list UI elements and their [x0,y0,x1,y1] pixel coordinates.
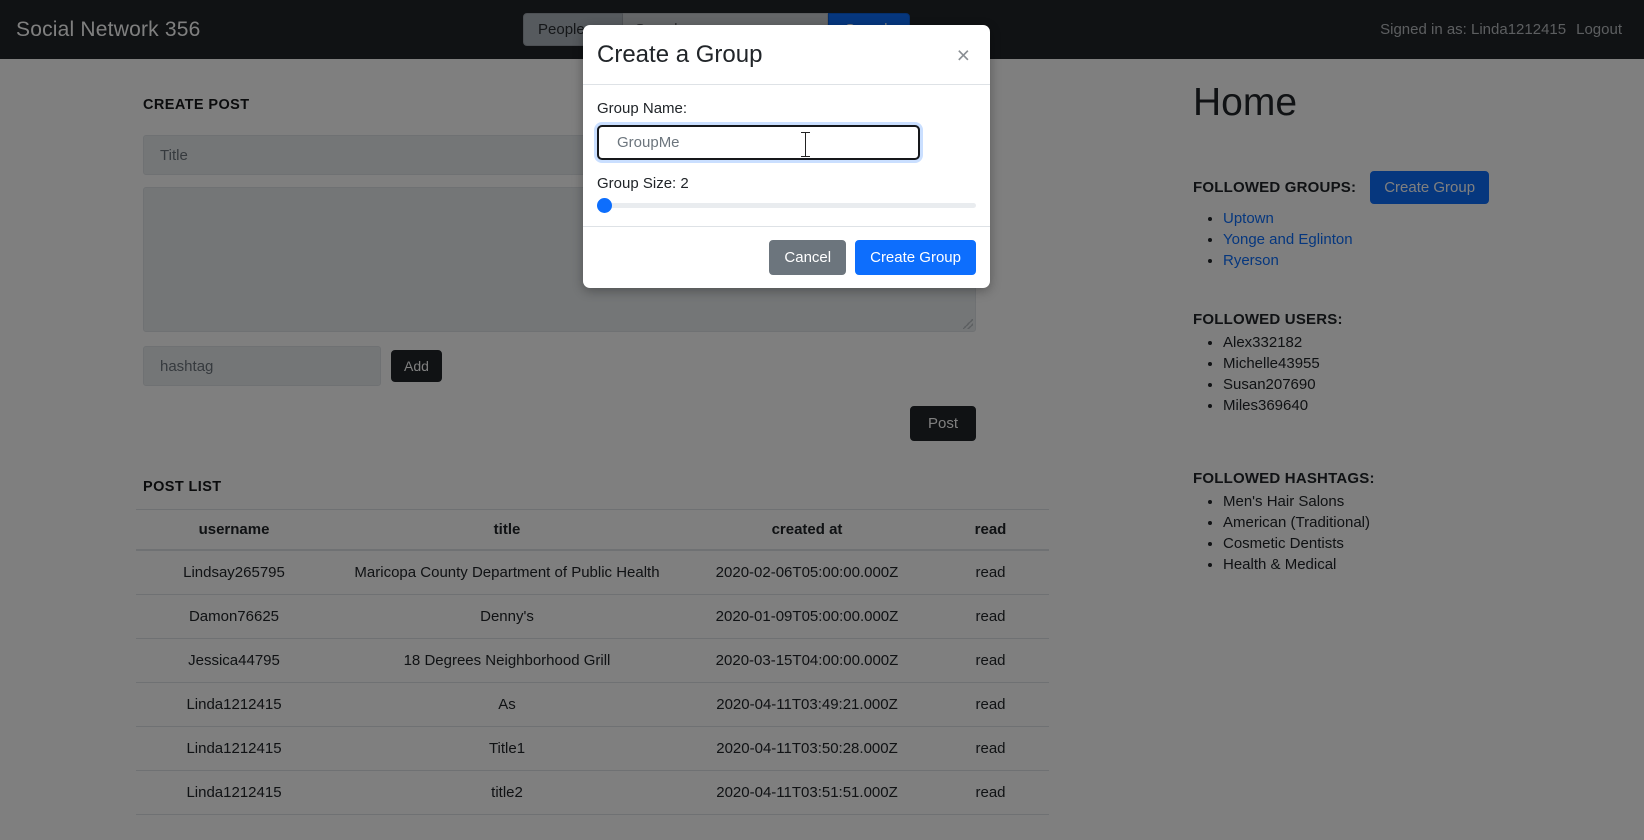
cancel-button[interactable]: Cancel [769,240,847,276]
create-group-submit-button[interactable]: Create Group [855,240,976,276]
group-size-slider[interactable] [597,198,976,214]
modal-footer: Cancel Create Group [583,226,990,288]
group-name-label: Group Name: [597,100,688,118]
group-size-label: Group Size: 2 [597,175,689,193]
create-group-modal: Create a Group × Group Name: GroupMe Gro… [583,25,990,289]
group-name-input[interactable]: GroupMe [597,125,920,161]
modal-header: Create a Group × [583,25,990,86]
app-root: Social Network 356 People Search Search … [0,0,1644,840]
modal-body: Group Name: GroupMe Group Size: 2 [583,85,990,226]
text-cursor-icon [801,132,810,158]
group-name-value: GroupMe [617,134,680,152]
modal-title: Create a Group [597,41,763,68]
slider-thumb[interactable] [597,198,612,214]
close-icon[interactable]: × [957,44,970,67]
